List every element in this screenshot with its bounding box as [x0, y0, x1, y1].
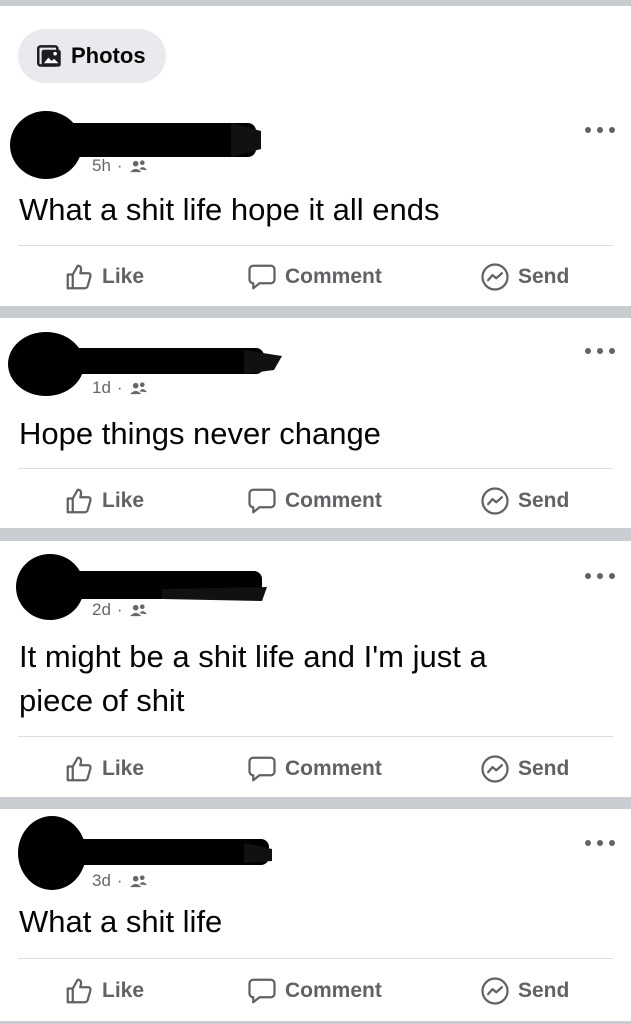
divider: [18, 958, 613, 959]
comment-icon: [248, 264, 276, 290]
friends-icon: [129, 381, 147, 394]
comment-button[interactable]: Comment: [247, 971, 382, 1011]
post-actions: Like Comment Send: [0, 971, 631, 1011]
photos-label: Photos: [71, 43, 146, 68]
more-options-button[interactable]: [585, 570, 615, 582]
like-icon: [66, 978, 92, 1004]
post-actions: Like Comment Send: [0, 481, 631, 521]
messenger-icon: [481, 977, 509, 1005]
post-card: 3d · What a shit life Like Comment Send: [0, 809, 631, 1021]
divider: [18, 736, 613, 737]
like-button[interactable]: Like: [64, 257, 144, 297]
messenger-icon: [481, 755, 509, 783]
post-meta: 5h ·: [92, 156, 148, 176]
photos-icon: [37, 44, 61, 67]
post-meta: 3d ·: [92, 871, 148, 891]
post-time[interactable]: 2d: [92, 600, 111, 620]
more-options-button[interactable]: [585, 345, 615, 357]
send-button[interactable]: Send: [480, 971, 569, 1011]
messenger-icon: [481, 263, 509, 291]
comment-button[interactable]: Comment: [247, 749, 382, 789]
post-card: 5h · What a shit life hope it all ends L…: [0, 100, 631, 306]
photos-card: Photos: [0, 6, 631, 106]
like-button[interactable]: Like: [64, 481, 144, 521]
post-text: Hope things never change: [19, 416, 381, 451]
send-button[interactable]: Send: [480, 257, 569, 297]
post-actions: Like Comment Send: [0, 749, 631, 789]
like-button[interactable]: Like: [64, 749, 144, 789]
friends-icon: [129, 159, 147, 172]
like-icon: [66, 264, 92, 290]
post-time[interactable]: 5h: [92, 156, 111, 176]
divider: [18, 468, 613, 469]
post-card: 2d · It might be a shit life and I'm jus…: [0, 541, 631, 797]
comment-icon: [248, 756, 276, 782]
post-text: It might be a shit life and I'm just a p…: [19, 639, 487, 718]
redacted-profile: [10, 111, 261, 179]
like-icon: [66, 488, 92, 514]
divider: [18, 245, 613, 246]
like-button[interactable]: Like: [64, 971, 144, 1011]
more-options-button[interactable]: [585, 124, 615, 136]
comment-icon: [248, 488, 276, 514]
friends-icon: [129, 603, 147, 616]
like-icon: [66, 756, 92, 782]
more-options-button[interactable]: [585, 837, 615, 849]
post-time[interactable]: 1d: [92, 378, 111, 398]
post-meta: 1d ·: [92, 378, 148, 398]
post-actions: Like Comment Send: [0, 257, 631, 297]
send-button[interactable]: Send: [480, 481, 569, 521]
comment-button[interactable]: Comment: [247, 257, 382, 297]
friends-icon: [129, 874, 147, 887]
comment-button[interactable]: Comment: [247, 481, 382, 521]
post-text: What a shit life hope it all ends: [19, 192, 440, 227]
post-meta: 2d ·: [92, 600, 148, 620]
post-time[interactable]: 3d: [92, 871, 111, 891]
post-text: What a shit life: [19, 904, 223, 939]
comment-icon: [248, 978, 276, 1004]
send-button[interactable]: Send: [480, 749, 569, 789]
messenger-icon: [481, 487, 509, 515]
post-card: 1d · Hope things never change Like Comme…: [0, 318, 631, 528]
photos-button[interactable]: Photos: [18, 29, 166, 83]
